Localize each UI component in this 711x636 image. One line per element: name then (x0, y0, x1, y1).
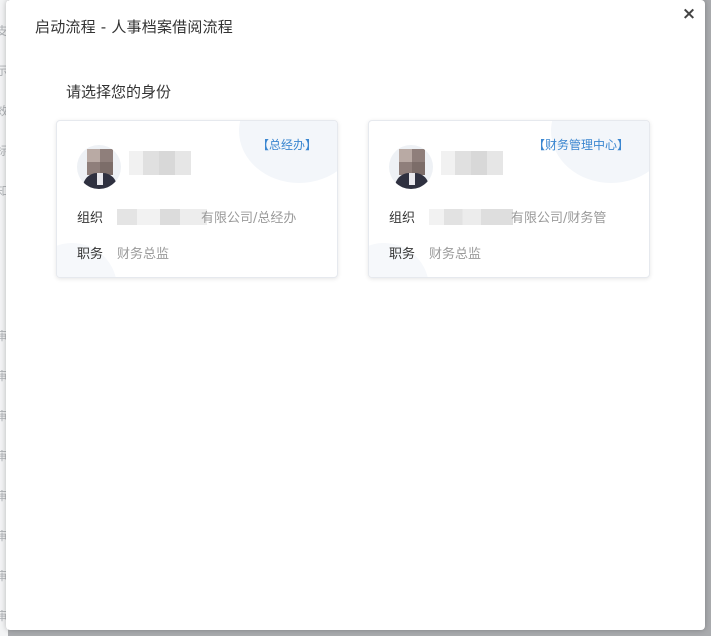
avatar-head-pixelated (399, 149, 425, 175)
org-row: 组织 有限公司/总经办 (77, 207, 296, 226)
org-label: 组织 (77, 211, 104, 226)
modal-title: 启动流程 - 人事档案借阅流程 (35, 18, 233, 36)
name-redacted (129, 151, 191, 175)
department-tag: 【总经办】 (256, 138, 317, 152)
position-label: 职务 (77, 247, 104, 262)
position-value: 财务总监 (429, 247, 482, 262)
org-value: 有限公司/总经办 (201, 211, 297, 226)
avatar-body (395, 173, 429, 189)
avatar-head-pixelated (87, 149, 113, 175)
identity-card[interactable]: 【财务管理中心】 组织 有限公司/财务管 职务 财务总监 (368, 120, 650, 278)
close-icon[interactable]: × (681, 4, 697, 24)
identity-card[interactable]: 【总经办】 组织 有限公司/总经办 职务 财务总监 (56, 120, 338, 278)
org-label: 组织 (389, 211, 416, 226)
position-label: 职务 (389, 247, 416, 262)
avatar-body (83, 173, 117, 189)
start-process-modal: 启动流程 - 人事档案借阅流程 × 请选择您的身份 【总经办】 组织 有限公司/总… (6, 0, 705, 630)
department-tag: 【财务管理中心】 (532, 138, 629, 152)
identity-prompt: 请选择您的身份 (66, 83, 172, 101)
position-row: 职务 财务总监 (77, 243, 169, 262)
org-value: 有限公司/财务管 (511, 211, 607, 226)
name-redacted (441, 151, 503, 175)
avatar (77, 145, 121, 189)
position-row: 职务 财务总监 (389, 243, 481, 262)
org-row: 组织 有限公司/财务管 (389, 207, 606, 226)
org-redacted (117, 209, 207, 225)
avatar (389, 145, 433, 189)
org-redacted (429, 209, 513, 225)
position-value: 财务总监 (117, 247, 170, 262)
